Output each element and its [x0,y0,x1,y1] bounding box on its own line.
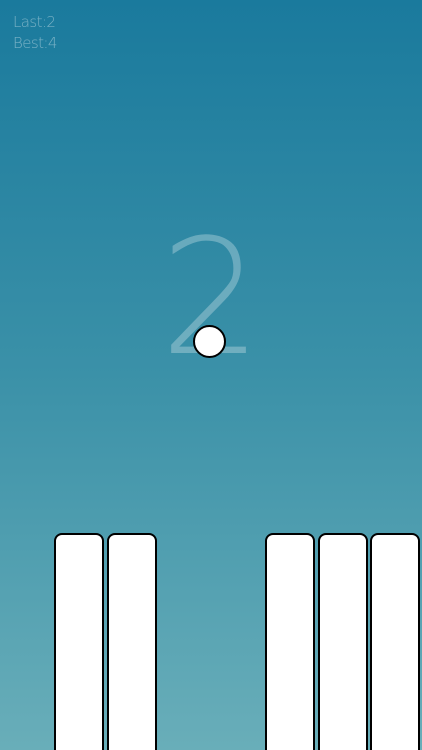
piano-key-5[interactable] [370,533,420,750]
best-score: Best:4 [13,33,57,54]
last-score: Last:2 [13,12,57,33]
best-score-value: 4 [47,34,58,52]
ball [193,325,226,358]
score-hud: Last:2 Best:4 [13,12,57,54]
piano-key-4[interactable] [318,533,368,750]
last-score-value: 2 [46,13,56,31]
last-score-label: Last: [13,13,47,31]
game-screen[interactable]: Last:2 Best:4 2 [0,0,422,750]
piano-key-2[interactable] [107,533,157,750]
piano-key-3[interactable] [265,533,315,750]
piano-key-1[interactable] [54,533,104,750]
best-score-label: Best: [13,34,48,52]
